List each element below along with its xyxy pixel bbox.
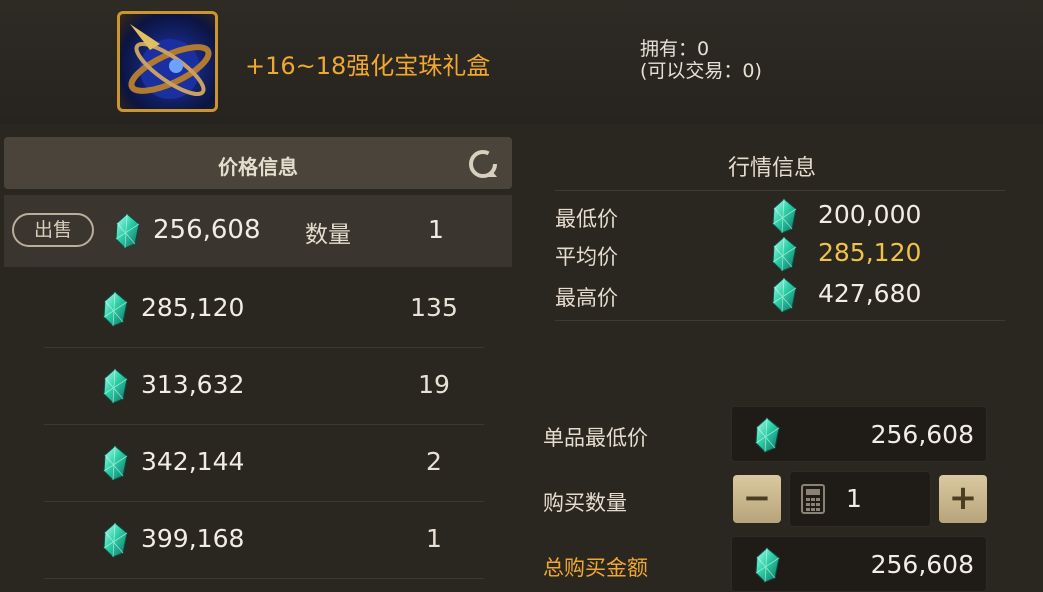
max-price-value: 427,680 [818,279,922,308]
owned-count: 拥有：0 (可以交易：0) [640,38,762,82]
sell-price: 256,608 [153,215,261,245]
listing-price: 342,144 [141,447,245,476]
listing-qty: 1 [426,524,442,553]
gem-icon [101,291,129,327]
listing-price: 313,632 [141,370,245,399]
divider [555,320,1005,321]
avg-price-label: 平均价 [555,245,618,269]
listing-qty: 19 [418,370,450,399]
divider [555,190,1005,191]
listing-row[interactable]: 313,632 19 [44,347,484,425]
price-info-header: 价格信息 [4,137,512,189]
item-header: +16~18强化宝珠礼盒 拥有：0 (可以交易：0) [0,0,1043,124]
listing-row[interactable]: 342,144 2 [44,424,484,502]
listing-qty: 135 [410,293,458,322]
tradable-label: (可以交易：0) [640,60,762,82]
owned-label: 拥有：0 [640,38,710,60]
gem-icon [101,522,129,558]
gem-icon [753,547,781,583]
price-info-title: 价格信息 [218,155,298,179]
min-price-value: 200,000 [818,200,922,229]
increase-button[interactable]: + [939,475,987,523]
sell-qty: 1 [428,215,444,244]
gem-icon [770,236,798,272]
total-amount-value: 256,608 [870,550,974,579]
sell-qty-label: 数量 [305,222,351,248]
listing-row[interactable]: 285,120 135 [44,270,484,348]
sell-row[interactable]: 出售 256,608 数量 1 [4,195,512,267]
gem-icon [770,198,798,234]
listing-row[interactable]: 399,168 1 [44,501,484,579]
listing-price: 285,120 [141,293,245,322]
gem-icon [101,368,129,404]
unit-min-price-label: 单品最低价 [543,426,648,450]
buy-qty-label: 购买数量 [543,491,627,515]
calculator-icon[interactable] [801,484,825,514]
quantity-value: 1 [846,484,862,513]
total-amount-field: 256,608 [731,536,987,592]
gem-icon [101,445,129,481]
gem-icon [753,417,781,453]
item-name: +16~18强化宝珠礼盒 [245,52,491,80]
gem-icon [113,213,141,249]
decrease-button[interactable]: − [733,475,781,523]
price-info-panel: 价格信息 出售 256,608 数量 1 285,120 135 313,632… [4,137,512,592]
listing-qty: 2 [426,447,442,476]
min-price-label: 最低价 [555,207,618,231]
unit-min-price-value: 256,608 [870,420,974,449]
item-orb-icon [117,11,218,112]
refresh-icon[interactable] [466,147,500,181]
sell-button[interactable]: 出售 [12,213,94,247]
gem-icon [770,277,798,313]
unit-min-price-field: 256,608 [731,406,987,462]
avg-price-value: 285,120 [818,238,922,267]
market-info-title: 行情信息 [727,156,816,181]
max-price-label: 最高价 [555,286,618,310]
listing-price: 399,168 [141,524,245,553]
total-amount-label: 总购买金额 [543,556,648,580]
